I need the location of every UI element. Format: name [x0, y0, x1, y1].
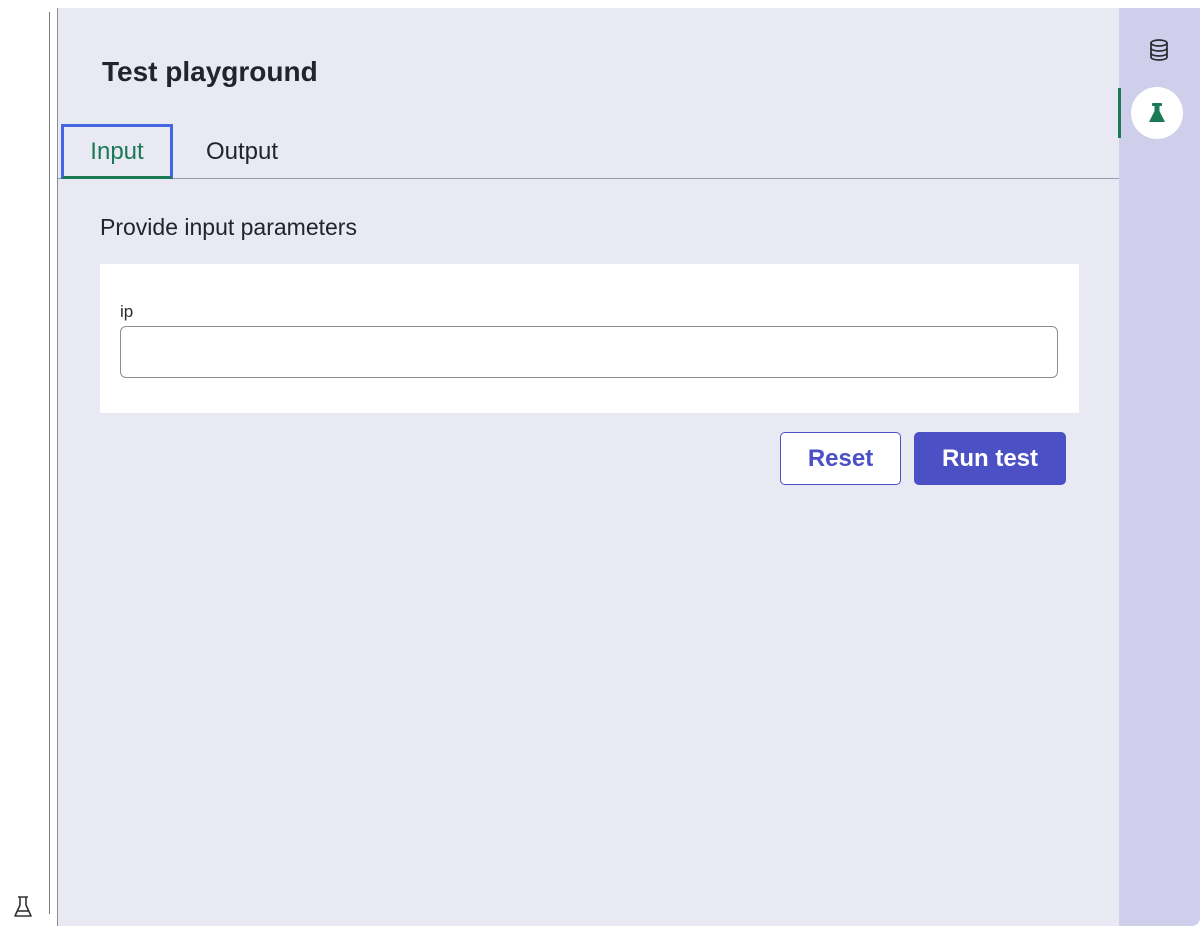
- right-sidebar-rail: [1118, 8, 1200, 926]
- section-heading: Provide input parameters: [100, 214, 357, 240]
- tab-output[interactable]: Output: [192, 124, 292, 179]
- reset-button[interactable]: Reset: [780, 432, 901, 485]
- ip-input[interactable]: [120, 326, 1058, 378]
- tab-bar: Input Output: [58, 124, 1120, 179]
- ip-field-label: ip: [120, 302, 134, 321]
- flask-outline-icon[interactable]: [12, 894, 34, 920]
- input-parameters-card: ip: [100, 264, 1079, 413]
- run-test-button[interactable]: Run test: [914, 432, 1066, 485]
- active-indicator: [1118, 88, 1121, 138]
- database-icon[interactable]: [1147, 38, 1171, 62]
- app-root: Test playground Input Output Provide inp…: [0, 0, 1200, 926]
- test-playground-panel: Test playground Input Output Provide inp…: [57, 8, 1120, 926]
- tab-input[interactable]: Input: [61, 124, 173, 179]
- gutter-divider: [49, 12, 50, 914]
- page-title: Test playground: [102, 56, 318, 87]
- flask-icon[interactable]: [1131, 87, 1183, 139]
